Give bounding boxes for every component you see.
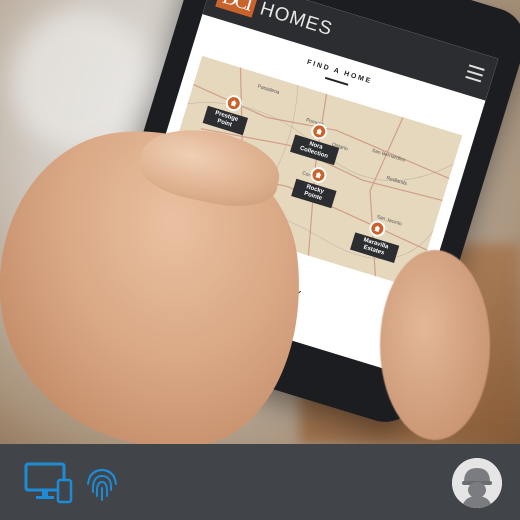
- worker-helmet-icon[interactable]: [452, 458, 502, 508]
- fingers: [380, 250, 490, 440]
- photo-background: DCI HOMES FIND A HOME Pasadena Pomona On…: [0, 0, 520, 444]
- brand-logo[interactable]: DCI: [215, 0, 259, 18]
- fingerprint-icon[interactable]: [84, 462, 120, 502]
- worker-graphic: [452, 458, 502, 508]
- desktop-mobile-icon[interactable]: [24, 462, 74, 504]
- brand-name: HOMES: [257, 0, 336, 41]
- hamburger-menu-icon[interactable]: [465, 64, 485, 83]
- footer-bar: [0, 444, 520, 520]
- heading-underline: [324, 76, 349, 86]
- bokeh-light: [10, 10, 150, 150]
